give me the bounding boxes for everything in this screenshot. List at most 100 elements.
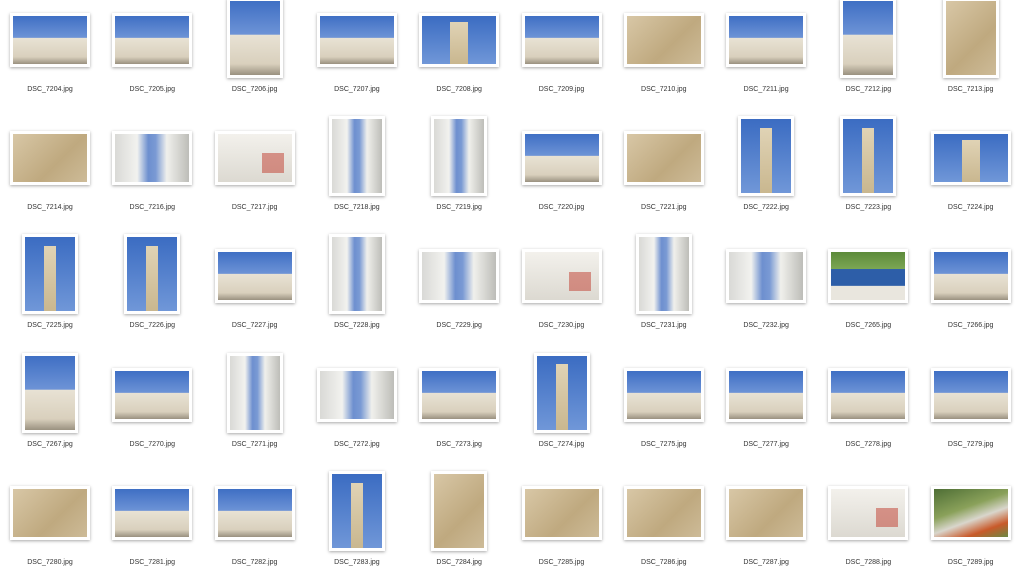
image-thumbnail[interactable]: [623, 131, 704, 186]
file-item[interactable]: DSC_7232.jpg: [716, 234, 816, 346]
image-thumbnail[interactable]: [10, 131, 90, 186]
image-thumbnail[interactable]: [112, 485, 193, 540]
file-item[interactable]: DSC_7211.jpg: [716, 0, 816, 110]
image-thumbnail[interactable]: [623, 485, 704, 540]
image-thumbnail[interactable]: [521, 131, 602, 186]
file-name-label[interactable]: DSC_7222.jpg: [716, 204, 816, 211]
image-thumbnail[interactable]: [840, 116, 897, 197]
image-thumbnail[interactable]: [533, 352, 590, 433]
file-name-label[interactable]: DSC_7231.jpg: [614, 322, 714, 329]
file-item[interactable]: DSC_7286.jpg: [614, 471, 714, 583]
file-name-label[interactable]: DSC_7285.jpg: [512, 559, 612, 566]
image-thumbnail[interactable]: [635, 234, 692, 315]
file-item[interactable]: DSC_7231.jpg: [614, 234, 714, 346]
image-thumbnail[interactable]: [112, 13, 193, 67]
file-name-label[interactable]: DSC_7208.jpg: [409, 86, 509, 93]
file-item[interactable]: DSC_7205.jpg: [102, 0, 202, 110]
file-item[interactable]: DSC_7223.jpg: [818, 116, 918, 228]
file-name-label[interactable]: DSC_7288.jpg: [818, 559, 918, 566]
file-item[interactable]: DSC_7283.jpg: [307, 470, 407, 583]
file-name-label[interactable]: DSC_7232.jpg: [716, 322, 816, 329]
image-thumbnail[interactable]: [726, 485, 807, 540]
file-name-label[interactable]: DSC_7212.jpg: [818, 86, 918, 93]
image-thumbnail[interactable]: [328, 116, 385, 197]
image-thumbnail[interactable]: [316, 367, 397, 422]
file-item[interactable]: DSC_7216.jpg: [102, 116, 202, 228]
image-thumbnail[interactable]: [10, 485, 90, 540]
image-thumbnail[interactable]: [124, 234, 181, 315]
file-name-label[interactable]: DSC_7280.jpg: [0, 559, 100, 566]
file-item[interactable]: DSC_7226.jpg: [102, 234, 202, 346]
file-item[interactable]: DSC_7221.jpg: [614, 116, 714, 228]
file-item[interactable]: DSC_7270.jpg: [102, 353, 202, 465]
file-name-label[interactable]: DSC_7266.jpg: [921, 322, 1021, 329]
image-thumbnail[interactable]: [828, 249, 909, 304]
image-thumbnail[interactable]: [828, 485, 909, 540]
image-thumbnail[interactable]: [214, 249, 295, 304]
file-item[interactable]: DSC_7209.jpg: [512, 0, 612, 110]
image-thumbnail[interactable]: [726, 367, 807, 422]
file-item[interactable]: DSC_7207.jpg: [307, 0, 407, 110]
file-name-label[interactable]: DSC_7226.jpg: [102, 322, 202, 329]
file-item[interactable]: DSC_7289.jpg: [921, 471, 1021, 583]
image-thumbnail[interactable]: [521, 13, 602, 67]
image-thumbnail[interactable]: [623, 367, 704, 422]
image-thumbnail[interactable]: [419, 367, 500, 422]
image-thumbnail[interactable]: [328, 234, 385, 315]
file-item[interactable]: DSC_7288.jpg: [818, 471, 918, 583]
file-name-label[interactable]: DSC_7214.jpg: [0, 204, 100, 211]
file-name-label[interactable]: DSC_7218.jpg: [307, 204, 407, 211]
file-item[interactable]: DSC_7282.jpg: [205, 471, 305, 583]
image-thumbnail[interactable]: [328, 470, 385, 551]
file-item[interactable]: DSC_7206.jpg: [205, 0, 305, 110]
file-name-label[interactable]: DSC_7278.jpg: [818, 441, 918, 448]
file-name-label[interactable]: DSC_7270.jpg: [102, 441, 202, 448]
file-item[interactable]: DSC_7225.jpg: [0, 234, 100, 346]
file-name-label[interactable]: DSC_7265.jpg: [818, 322, 918, 329]
file-name-label[interactable]: DSC_7283.jpg: [307, 559, 407, 566]
image-thumbnail[interactable]: [226, 352, 283, 433]
file-name-label[interactable]: DSC_7223.jpg: [818, 204, 918, 211]
file-name-label[interactable]: DSC_7227.jpg: [205, 322, 305, 329]
file-name-label[interactable]: DSC_7279.jpg: [921, 441, 1021, 448]
image-thumbnail[interactable]: [930, 249, 1011, 304]
file-name-label[interactable]: DSC_7229.jpg: [409, 322, 509, 329]
file-item[interactable]: DSC_7271.jpg: [205, 352, 305, 465]
file-item[interactable]: DSC_7285.jpg: [512, 471, 612, 583]
file-item[interactable]: DSC_7212.jpg: [818, 0, 918, 110]
image-thumbnail[interactable]: [214, 131, 295, 186]
file-name-label[interactable]: DSC_7220.jpg: [512, 204, 612, 211]
file-name-label[interactable]: DSC_7207.jpg: [307, 86, 407, 93]
file-name-label[interactable]: DSC_7230.jpg: [512, 322, 612, 329]
file-item[interactable]: DSC_7280.jpg: [0, 471, 100, 583]
file-name-label[interactable]: DSC_7271.jpg: [205, 441, 305, 448]
image-thumbnail[interactable]: [930, 367, 1011, 422]
image-thumbnail[interactable]: [22, 352, 78, 433]
file-item[interactable]: DSC_7222.jpg: [716, 116, 816, 228]
image-thumbnail[interactable]: [112, 367, 193, 422]
file-name-label[interactable]: DSC_7267.jpg: [0, 441, 100, 448]
file-item[interactable]: DSC_7284.jpg: [409, 470, 509, 583]
file-item[interactable]: DSC_7204.jpg: [0, 0, 100, 110]
file-item[interactable]: DSC_7287.jpg: [716, 471, 816, 583]
file-name-label[interactable]: DSC_7216.jpg: [102, 204, 202, 211]
file-name-label[interactable]: DSC_7284.jpg: [409, 559, 509, 566]
file-name-label[interactable]: DSC_7217.jpg: [205, 204, 305, 211]
file-item[interactable]: DSC_7208.jpg: [409, 0, 509, 110]
file-item[interactable]: DSC_7277.jpg: [716, 353, 816, 465]
file-name-label[interactable]: DSC_7274.jpg: [512, 441, 612, 448]
file-item[interactable]: DSC_7230.jpg: [512, 234, 612, 346]
image-thumbnail[interactable]: [521, 485, 602, 540]
file-item[interactable]: DSC_7272.jpg: [307, 353, 407, 465]
file-item[interactable]: DSC_7267.jpg: [0, 352, 100, 465]
file-name-label[interactable]: DSC_7282.jpg: [205, 559, 305, 566]
file-item[interactable]: DSC_7213.jpg: [921, 0, 1021, 110]
file-item[interactable]: DSC_7220.jpg: [512, 116, 612, 228]
image-thumbnail[interactable]: [112, 131, 193, 186]
image-thumbnail[interactable]: [431, 116, 488, 197]
file-name-label[interactable]: DSC_7286.jpg: [614, 559, 714, 566]
file-item[interactable]: DSC_7265.jpg: [818, 234, 918, 346]
file-item[interactable]: DSC_7229.jpg: [409, 234, 509, 346]
file-name-label[interactable]: DSC_7221.jpg: [614, 204, 714, 211]
file-item[interactable]: DSC_7219.jpg: [409, 116, 509, 228]
